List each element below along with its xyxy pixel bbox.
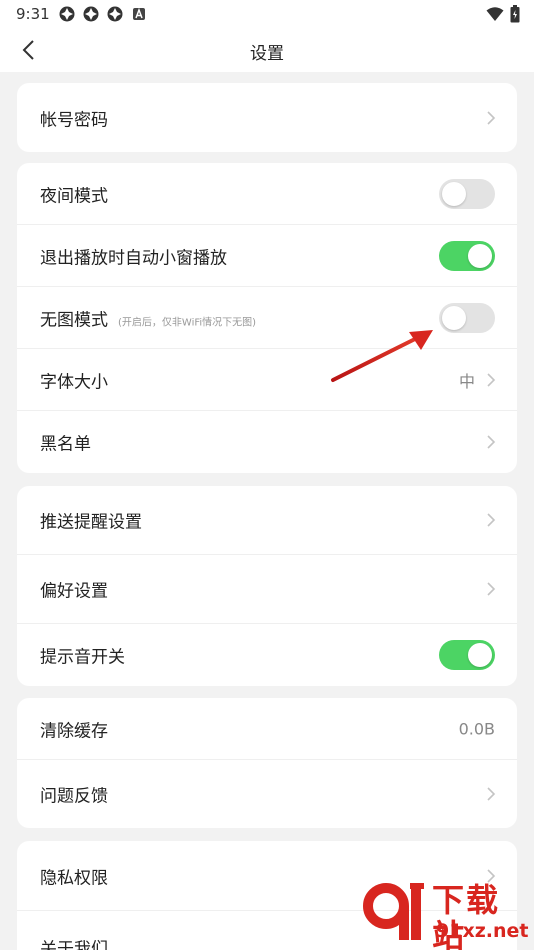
feedback-label: 问题反馈: [40, 786, 108, 807]
vpn-icon: [83, 6, 99, 22]
toggle-knob: [468, 243, 492, 268]
toggle-knob: [468, 643, 492, 667]
chevron-right-icon: [487, 513, 496, 527]
annotation-arrow-icon: [331, 330, 433, 382]
cache-size-value: 0.0B: [458, 719, 495, 738]
push-settings-label: 推送提醒设置: [40, 512, 142, 533]
font-size-label: 字体大小: [40, 372, 108, 392]
preferences-row[interactable]: 偏好设置: [17, 555, 517, 624]
no-image-mode-note: (开启后，仅非WiFi情况下无图): [118, 317, 257, 328]
vpn-icon: [107, 6, 123, 22]
wifi-icon: [486, 7, 504, 21]
preferences-label: 偏好设置: [40, 581, 108, 602]
sound-switch-row: 提示音开关: [17, 624, 517, 686]
watermark-url: 91xz.net: [436, 920, 529, 942]
chevron-right-icon: [487, 372, 496, 387]
privacy-label: 隐私权限: [40, 868, 108, 888]
clear-cache-label: 清除缓存: [40, 721, 108, 741]
storage-card: 清除缓存 0.0B 问题反馈: [17, 698, 517, 828]
auto-mini-window-toggle[interactable]: [439, 240, 495, 271]
status-left-icons: [58, 5, 148, 23]
account-password-label: 帐号密码: [40, 110, 108, 130]
status-right-icons: [486, 5, 520, 23]
push-settings-row[interactable]: 推送提醒设置: [17, 486, 517, 555]
clear-cache-row[interactable]: 清除缓存 0.0B: [17, 698, 517, 760]
sound-switch-label: 提示音开关: [40, 647, 125, 668]
blacklist-label: 黑名单: [40, 434, 91, 455]
title-bar: 设置: [0, 28, 534, 72]
page-title: 设置: [250, 44, 284, 64]
app-a-icon: [133, 7, 145, 20]
status-time: 9:31: [16, 5, 50, 23]
chevron-right-icon: [487, 110, 496, 125]
no-image-mode-title: 无图模式: [40, 310, 108, 330]
brand-logo-icon: [363, 883, 424, 940]
chevron-right-icon: [487, 582, 496, 596]
auto-mini-window-label: 退出播放时自动小窗播放: [40, 248, 227, 268]
night-mode-row: 夜间模式: [17, 163, 517, 225]
chevron-right-icon: [487, 435, 496, 449]
battery-icon: [510, 5, 520, 23]
account-password-row[interactable]: 帐号密码: [17, 83, 517, 152]
display-card: 夜间模式 退出播放时自动小窗播放 无图模式 (开启后，仅非WiFi情况下无图) 字…: [17, 163, 517, 473]
no-image-mode-toggle[interactable]: [439, 302, 495, 333]
night-mode-label: 夜间模式: [40, 186, 108, 206]
toggle-knob: [442, 181, 466, 206]
account-card: 帐号密码: [17, 83, 517, 152]
no-image-mode-label: 无图模式 (开启后，仅非WiFi情况下无图): [40, 305, 256, 330]
blacklist-row[interactable]: 黑名单: [17, 411, 517, 473]
auto-mini-window-row: 退出播放时自动小窗播放: [17, 225, 517, 287]
notify-card: 推送提醒设置 偏好设置 提示音开关: [17, 486, 517, 686]
sound-switch-toggle[interactable]: [439, 640, 495, 670]
vpn-icon: [59, 6, 75, 22]
chevron-right-icon: [487, 787, 496, 801]
watermark: 下载站 91xz.net: [360, 880, 530, 950]
font-size-value: 中: [458, 371, 475, 391]
status-bar: 9:31: [0, 0, 534, 28]
toggle-knob: [442, 305, 466, 330]
about-us-label: 关于我们: [40, 939, 108, 950]
feedback-row[interactable]: 问题反馈: [17, 760, 517, 828]
night-mode-toggle[interactable]: [439, 178, 495, 209]
